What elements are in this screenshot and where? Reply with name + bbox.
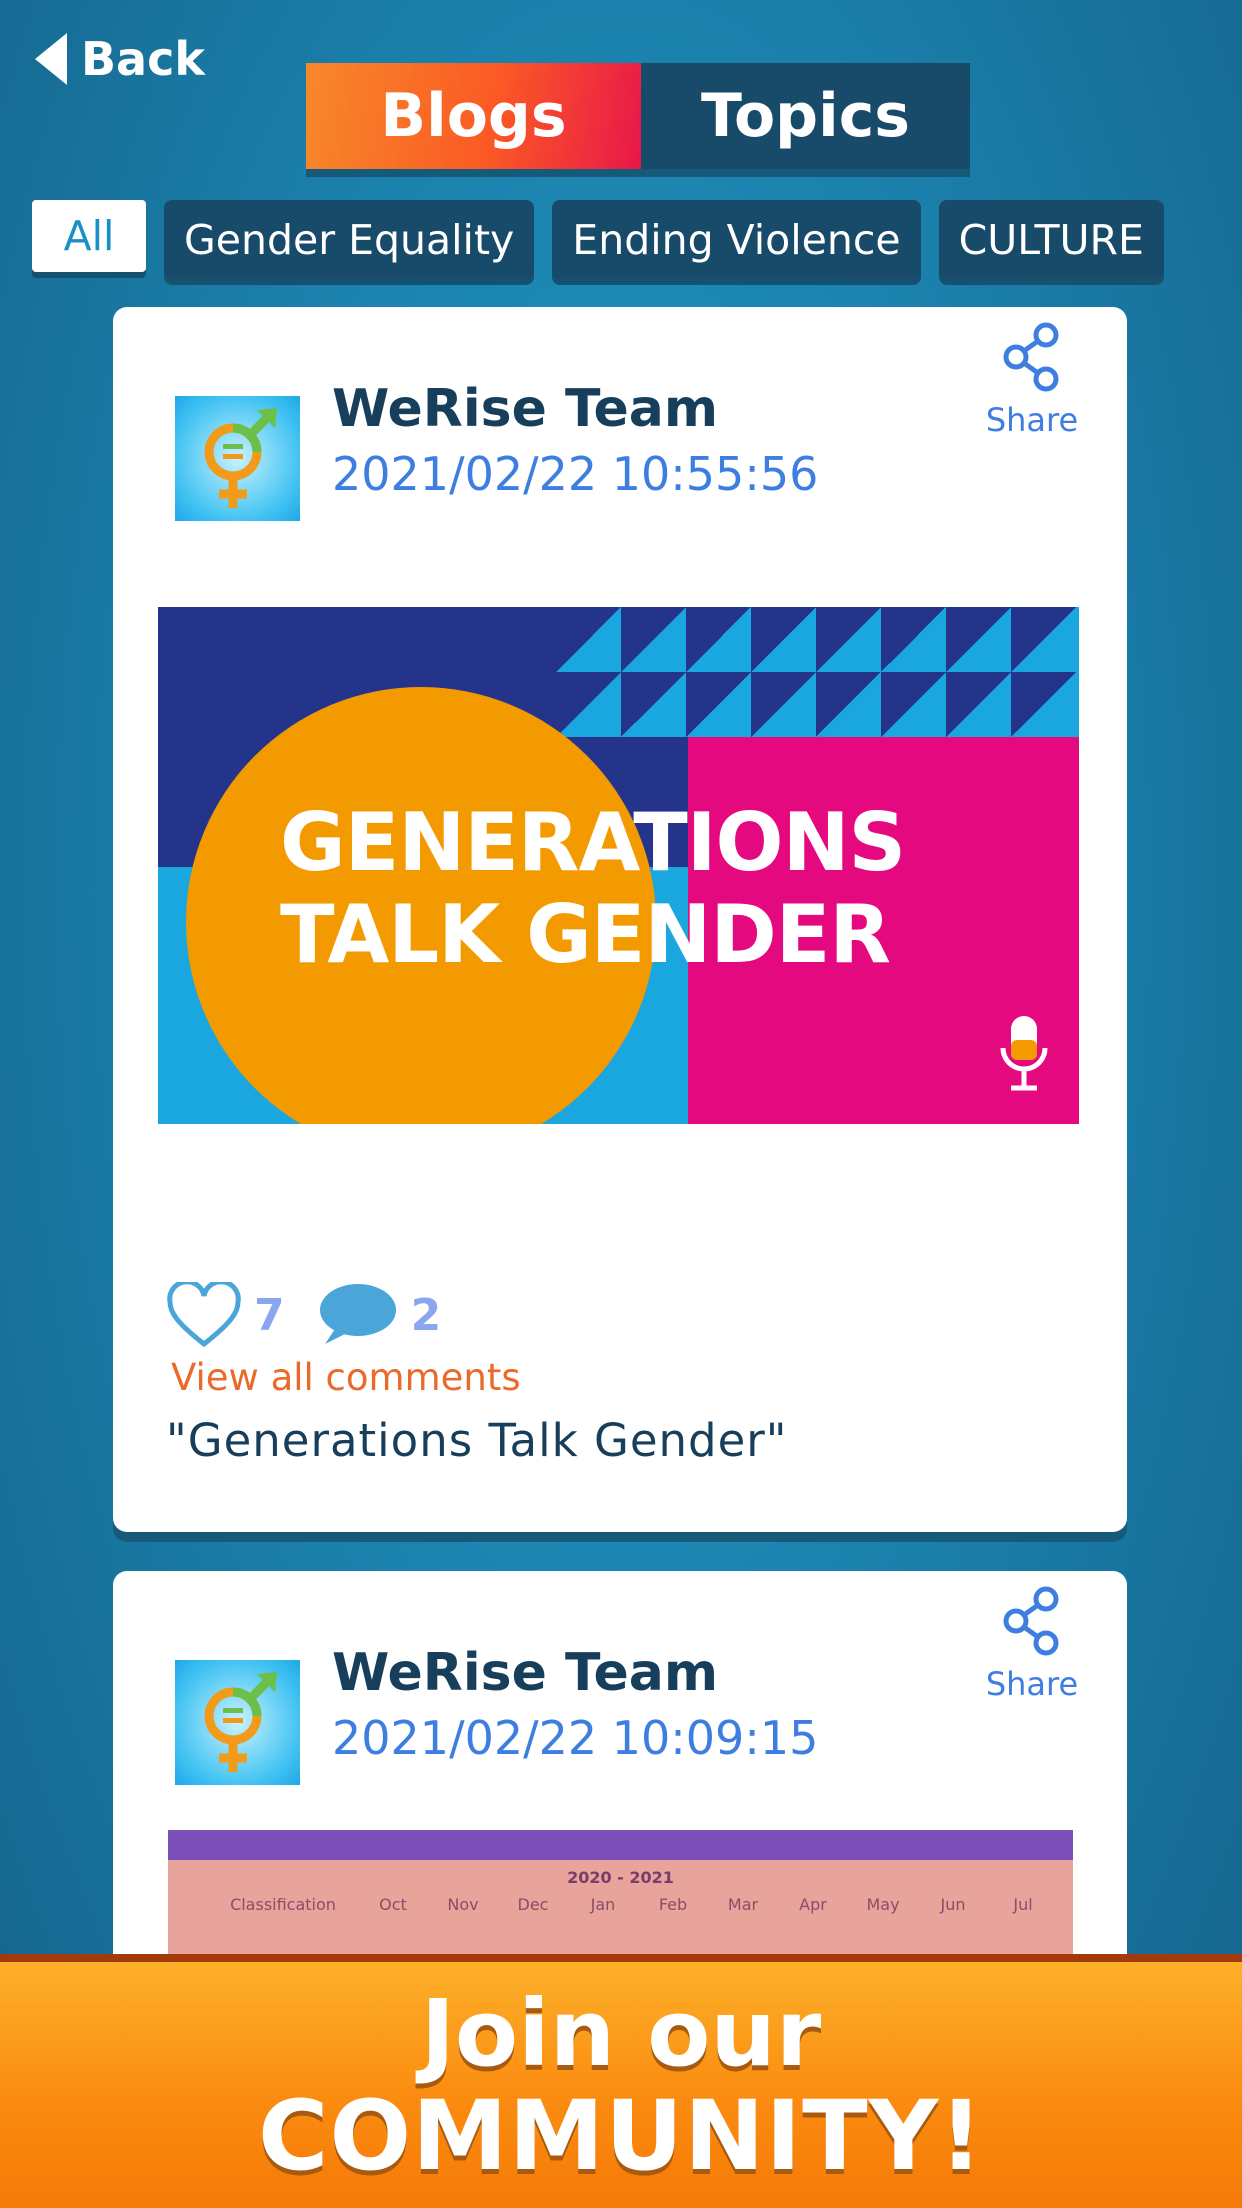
gender-equality-icon (204, 1671, 277, 1772)
image-month: Jan (590, 1895, 616, 1914)
banner-line1: Join our (420, 1980, 822, 2087)
comment-count: 2 (410, 1289, 442, 1341)
avatar (175, 1660, 300, 1785)
engagement-row: 7 2 (166, 1282, 441, 1348)
image-month: Dec (517, 1895, 549, 1914)
filter-culture[interactable]: CULTURE (938, 200, 1164, 279)
author-name: WeRise Team (332, 379, 719, 439)
image-year: 2020 - 2021 (567, 1868, 674, 1887)
image-month: Apr (799, 1895, 827, 1914)
image-month: Oct (379, 1895, 407, 1914)
join-community-banner[interactable]: Join our COMMUNITY! (0, 1954, 1242, 2208)
back-label: Back (81, 32, 205, 86)
image-month: Nov (447, 1895, 479, 1914)
author-name: WeRise Team (332, 1643, 719, 1703)
share-button[interactable]: Share (977, 1585, 1087, 1703)
avatar (175, 396, 300, 521)
image-month: May (866, 1895, 900, 1914)
post-image[interactable]: GENERATIONS TALK GENDER (158, 607, 1079, 1124)
image-month: Classification (230, 1895, 336, 1914)
heart-icon[interactable] (166, 1282, 242, 1348)
filter-chips: All Gender Equality Ending Violence CULT… (32, 200, 1164, 279)
tab-topics[interactable]: Topics (641, 63, 970, 169)
back-button[interactable]: Back (35, 32, 205, 86)
image-month: Jul (1013, 1895, 1033, 1914)
post-title[interactable]: "Generations Talk Gender" (166, 1414, 788, 1467)
view-all-comments-link[interactable]: View all comments (171, 1356, 521, 1399)
post-card: WeRise Team 2021/02/22 10:55:56 Share GE… (113, 307, 1127, 1532)
comment-icon[interactable] (315, 1282, 397, 1348)
back-arrow-icon (35, 33, 67, 85)
share-label: Share (985, 401, 1079, 439)
tab-blogs[interactable]: Blogs (306, 63, 641, 169)
image-text-line1: GENERATIONS (280, 796, 906, 889)
post-date: 2021/02/22 10:09:15 (332, 1711, 819, 1765)
banner-line2: COMMUNITY! (258, 2080, 984, 2192)
image-month: Jun (940, 1895, 966, 1914)
filter-ending-violence[interactable]: Ending Violence (552, 200, 921, 279)
share-icon (1003, 1586, 1059, 1656)
tab-bar: Blogs Topics (306, 63, 970, 169)
filter-all[interactable]: All (32, 200, 146, 272)
like-count: 7 (254, 1289, 285, 1341)
filter-gender-equality[interactable]: Gender Equality (164, 200, 535, 279)
share-button[interactable]: Share (977, 321, 1087, 439)
image-month: Mar (727, 1895, 759, 1914)
microphone-icon (1000, 1016, 1048, 1091)
share-label: Share (985, 1665, 1079, 1703)
post-date: 2021/02/22 10:55:56 (332, 447, 819, 501)
image-text-line2: TALK GENDER (280, 888, 891, 981)
image-month: Feb (658, 1895, 688, 1914)
share-icon (1003, 322, 1059, 392)
gender-equality-icon (204, 407, 277, 508)
